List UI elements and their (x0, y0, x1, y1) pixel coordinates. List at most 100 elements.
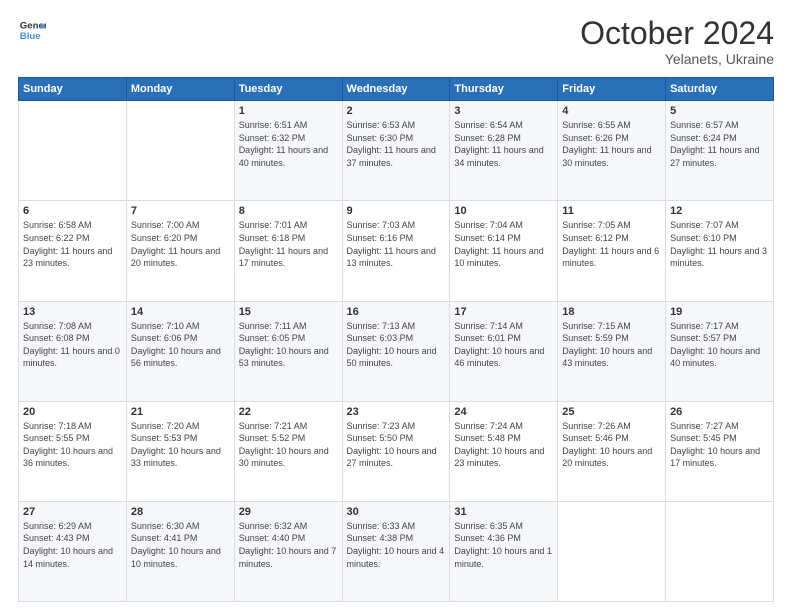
day-number: 15 (239, 306, 338, 318)
day-number: 31 (454, 506, 553, 518)
header-friday: Friday (558, 78, 666, 101)
day-cell: 20 Sunrise: 7:18 AM Sunset: 5:55 PM Dayli… (19, 401, 127, 501)
day-info: Sunrise: 6:51 AM Sunset: 6:32 PM Dayligh… (239, 119, 338, 169)
day-cell: 7 Sunrise: 7:00 AM Sunset: 6:20 PM Daylig… (126, 201, 234, 301)
day-number: 13 (23, 306, 122, 318)
day-info: Sunrise: 7:00 AM Sunset: 6:20 PM Dayligh… (131, 219, 230, 269)
day-info: Sunrise: 6:29 AM Sunset: 4:43 PM Dayligh… (23, 520, 122, 570)
day-number: 6 (23, 205, 122, 217)
day-cell (666, 501, 774, 601)
day-cell: 16 Sunrise: 7:13 AM Sunset: 6:03 PM Dayli… (342, 301, 450, 401)
header-row: Sunday Monday Tuesday Wednesday Thursday… (19, 78, 774, 101)
day-number: 10 (454, 205, 553, 217)
week-row-4: 20 Sunrise: 7:18 AM Sunset: 5:55 PM Dayli… (19, 401, 774, 501)
day-cell: 18 Sunrise: 7:15 AM Sunset: 5:59 PM Dayli… (558, 301, 666, 401)
day-cell (126, 101, 234, 201)
day-cell: 26Sunrise: 7:27 AM Sunset: 5:45 PM Dayli… (666, 401, 774, 501)
week-row-1: 1 Sunrise: 6:51 AM Sunset: 6:32 PM Daylig… (19, 101, 774, 201)
day-info: Sunrise: 7:17 AM Sunset: 5:57 PM Dayligh… (670, 320, 769, 370)
day-cell (19, 101, 127, 201)
day-cell: 9 Sunrise: 7:03 AM Sunset: 6:16 PM Daylig… (342, 201, 450, 301)
day-info: Sunrise: 7:10 AM Sunset: 6:06 PM Dayligh… (131, 320, 230, 370)
day-number: 21 (131, 406, 230, 418)
day-info: Sunrise: 7:08 AM Sunset: 6:08 PM Dayligh… (23, 320, 122, 370)
day-number: 23 (347, 406, 446, 418)
day-cell: 10 Sunrise: 7:04 AM Sunset: 6:14 PM Dayli… (450, 201, 558, 301)
day-info: Sunrise: 6:54 AM Sunset: 6:28 PM Dayligh… (454, 119, 553, 169)
day-number: 17 (454, 306, 553, 318)
week-row-2: 6 Sunrise: 6:58 AM Sunset: 6:22 PM Daylig… (19, 201, 774, 301)
day-number: 18 (562, 306, 661, 318)
day-number: 20 (23, 406, 122, 418)
day-info: Sunrise: 6:58 AM Sunset: 6:22 PM Dayligh… (23, 219, 122, 269)
day-number: 25 (562, 406, 661, 418)
day-cell: 22Sunrise: 7:21 AM Sunset: 5:52 PM Dayli… (234, 401, 342, 501)
day-info: Sunrise: 6:30 AM Sunset: 4:41 PM Dayligh… (131, 520, 230, 570)
day-info: Sunrise: 6:53 AM Sunset: 6:30 PM Dayligh… (347, 119, 446, 169)
title-block: October 2024 Yelanets, Ukraine (580, 16, 774, 67)
day-cell: 3Sunrise: 6:54 AM Sunset: 6:28 PM Daylig… (450, 101, 558, 201)
day-info: Sunrise: 7:27 AM Sunset: 5:45 PM Dayligh… (670, 420, 769, 470)
day-info: Sunrise: 7:04 AM Sunset: 6:14 PM Dayligh… (454, 219, 553, 269)
day-info: Sunrise: 7:20 AM Sunset: 5:53 PM Dayligh… (131, 420, 230, 470)
day-number: 19 (670, 306, 769, 318)
day-number: 1 (239, 105, 338, 117)
location: Yelanets, Ukraine (580, 51, 774, 67)
day-cell: 23 Sunrise: 7:23 AM Sunset: 5:50 PM Dayli… (342, 401, 450, 501)
day-cell: 6 Sunrise: 6:58 AM Sunset: 6:22 PM Daylig… (19, 201, 127, 301)
month-title: October 2024 (580, 16, 774, 51)
header-monday: Monday (126, 78, 234, 101)
logo-icon: General Blue (18, 16, 46, 44)
day-cell: 21 Sunrise: 7:20 AM Sunset: 5:53 PM Dayli… (126, 401, 234, 501)
day-number: 12 (670, 205, 769, 217)
day-cell: 2 Sunrise: 6:53 AM Sunset: 6:30 PM Daylig… (342, 101, 450, 201)
day-info: Sunrise: 6:57 AM Sunset: 6:24 PM Dayligh… (670, 119, 769, 169)
day-number: 4 (562, 105, 661, 117)
day-info: Sunrise: 7:13 AM Sunset: 6:03 PM Dayligh… (347, 320, 446, 370)
day-info: Sunrise: 7:15 AM Sunset: 5:59 PM Dayligh… (562, 320, 661, 370)
day-number: 8 (239, 205, 338, 217)
day-info: Sunrise: 7:14 AM Sunset: 6:01 PM Dayligh… (454, 320, 553, 370)
day-cell: 12 Sunrise: 7:07 AM Sunset: 6:10 PM Dayli… (666, 201, 774, 301)
day-info: Sunrise: 7:24 AM Sunset: 5:48 PM Dayligh… (454, 420, 553, 470)
day-number: 16 (347, 306, 446, 318)
day-info: Sunrise: 7:05 AM Sunset: 6:12 PM Dayligh… (562, 219, 661, 269)
day-cell: 11Sunrise: 7:05 AM Sunset: 6:12 PM Dayli… (558, 201, 666, 301)
week-row-3: 13 Sunrise: 7:08 AM Sunset: 6:08 PM Dayli… (19, 301, 774, 401)
day-info: Sunrise: 7:18 AM Sunset: 5:55 PM Dayligh… (23, 420, 122, 470)
day-info: Sunrise: 7:21 AM Sunset: 5:52 PM Dayligh… (239, 420, 338, 470)
day-number: 27 (23, 506, 122, 518)
day-number: 9 (347, 205, 446, 217)
day-info: Sunrise: 7:23 AM Sunset: 5:50 PM Dayligh… (347, 420, 446, 470)
day-info: Sunrise: 6:32 AM Sunset: 4:40 PM Dayligh… (239, 520, 338, 570)
day-number: 2 (347, 105, 446, 117)
day-number: 7 (131, 205, 230, 217)
day-number: 30 (347, 506, 446, 518)
svg-text:Blue: Blue (20, 31, 41, 42)
day-info: Sunrise: 7:07 AM Sunset: 6:10 PM Dayligh… (670, 219, 769, 269)
day-cell: 5 Sunrise: 6:57 AM Sunset: 6:24 PM Daylig… (666, 101, 774, 201)
calendar-body: 1 Sunrise: 6:51 AM Sunset: 6:32 PM Daylig… (19, 101, 774, 602)
page-header: General Blue October 2024 Yelanets, Ukra… (18, 16, 774, 67)
day-cell: 28 Sunrise: 6:30 AM Sunset: 4:41 PM Dayli… (126, 501, 234, 601)
day-number: 29 (239, 506, 338, 518)
day-number: 24 (454, 406, 553, 418)
day-cell: 27 Sunrise: 6:29 AM Sunset: 4:43 PM Dayli… (19, 501, 127, 601)
day-cell: 25 Sunrise: 7:26 AM Sunset: 5:46 PM Dayli… (558, 401, 666, 501)
logo: General Blue (18, 16, 46, 44)
day-cell: 13 Sunrise: 7:08 AM Sunset: 6:08 PM Dayli… (19, 301, 127, 401)
day-cell: 30Sunrise: 6:33 AM Sunset: 4:38 PM Dayli… (342, 501, 450, 601)
day-info: Sunrise: 6:35 AM Sunset: 4:36 PM Dayligh… (454, 520, 553, 570)
day-number: 5 (670, 105, 769, 117)
day-cell: 17 Sunrise: 7:14 AM Sunset: 6:01 PM Dayli… (450, 301, 558, 401)
day-number: 28 (131, 506, 230, 518)
day-cell: 1 Sunrise: 6:51 AM Sunset: 6:32 PM Daylig… (234, 101, 342, 201)
week-row-5: 27 Sunrise: 6:29 AM Sunset: 4:43 PM Dayli… (19, 501, 774, 601)
day-info: Sunrise: 7:26 AM Sunset: 5:46 PM Dayligh… (562, 420, 661, 470)
day-cell: 8Sunrise: 7:01 AM Sunset: 6:18 PM Daylig… (234, 201, 342, 301)
day-cell: 15Sunrise: 7:11 AM Sunset: 6:05 PM Dayli… (234, 301, 342, 401)
day-info: Sunrise: 7:03 AM Sunset: 6:16 PM Dayligh… (347, 219, 446, 269)
day-info: Sunrise: 6:55 AM Sunset: 6:26 PM Dayligh… (562, 119, 661, 169)
day-cell: 24 Sunrise: 7:24 AM Sunset: 5:48 PM Dayli… (450, 401, 558, 501)
day-cell: 31 Sunrise: 6:35 AM Sunset: 4:36 PM Dayli… (450, 501, 558, 601)
